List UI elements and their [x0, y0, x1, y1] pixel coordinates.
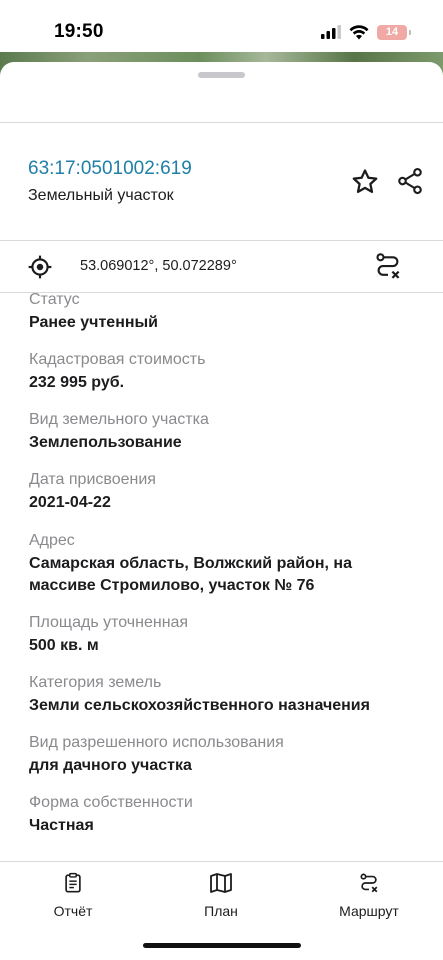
- locate-button[interactable]: [26, 253, 54, 281]
- share-button[interactable]: [393, 164, 427, 198]
- detail-land-category: Категория земель Земли сельскохозяйствен…: [29, 673, 429, 717]
- detail-label: Дата присвоения: [29, 471, 156, 488]
- detail-label: Статус: [29, 291, 80, 308]
- sheet-grabber[interactable]: [198, 72, 245, 78]
- tab-plan-label: План: [204, 903, 238, 919]
- home-indicator[interactable]: [143, 943, 301, 948]
- tab-plan[interactable]: План: [166, 872, 276, 919]
- detail-label: Площадь уточненная: [29, 614, 189, 631]
- tab-route-label: Маршрут: [339, 903, 399, 919]
- header-divider: [0, 122, 443, 123]
- detail-value: Частная: [29, 817, 94, 834]
- share-icon: [398, 167, 422, 195]
- detail-ownership: Форма собственности Частная: [29, 793, 429, 837]
- cadastral-number[interactable]: 63:17:0501002:619: [28, 158, 192, 180]
- detail-value: 2021-04-22: [29, 494, 111, 511]
- battery-level: 14: [385, 26, 399, 38]
- wifi-icon: [349, 24, 369, 39]
- crosshair-icon: [28, 255, 52, 279]
- detail-permitted-use: Вид разрешенного использования для дачно…: [29, 733, 429, 777]
- battery-indicator: 14: [377, 24, 411, 40]
- star-icon: [352, 169, 378, 193]
- tab-report-label: Отчёт: [53, 903, 93, 919]
- detail-label: Вид земельного участка: [29, 411, 209, 428]
- detail-value: для дачного участка: [29, 757, 192, 774]
- tab-route[interactable]: Маршрут: [314, 872, 424, 919]
- map-icon: [210, 873, 232, 893]
- detail-cadastral-cost: Кадастровая стоимость 232 995 руб.: [29, 350, 429, 394]
- detail-value: 232 995 руб.: [29, 374, 125, 391]
- status-icons: 14: [321, 23, 411, 41]
- detail-area: Площадь уточненная 500 кв. м: [29, 613, 429, 657]
- detail-label: Категория земель: [29, 674, 162, 691]
- clipboard-icon: [65, 872, 81, 893]
- coords-divider-top: [0, 240, 443, 241]
- signal-icon: [321, 25, 341, 39]
- status-bar: 19:50 14: [0, 0, 443, 52]
- detail-label: Вид разрешенного использования: [29, 734, 284, 751]
- detail-label: Форма собственности: [29, 794, 193, 811]
- detail-land-kind: Вид земельного участка Землепользование: [29, 410, 429, 454]
- detail-status: Статус Ранее учтенный: [29, 290, 429, 334]
- detail-assigned-date: Дата присвоения 2021-04-22: [29, 470, 429, 514]
- detail-address: Адрес Самарская область, Волжский район,…: [29, 531, 409, 597]
- detail-label: Адрес: [29, 532, 75, 549]
- favorite-button[interactable]: [348, 166, 382, 198]
- parcel-type: Земельный участок: [28, 187, 174, 204]
- detail-value: 500 кв. м: [29, 637, 99, 654]
- detail-label: Кадастровая стоимость: [29, 351, 206, 368]
- route-icon: [360, 873, 378, 893]
- status-time: 19:50: [54, 21, 104, 42]
- detail-value: Землепользование: [29, 434, 182, 451]
- detail-value: Самарская область, Волжский район, на ма…: [29, 555, 352, 594]
- coordinates-text[interactable]: 53.069012°, 50.072289°: [80, 258, 237, 274]
- tab-report[interactable]: Отчёт: [18, 872, 128, 919]
- detail-value: Земли сельскохозяйственного назначения: [29, 697, 370, 714]
- route-icon: [376, 253, 400, 279]
- route-button[interactable]: [372, 250, 404, 282]
- detail-value: Ранее учтенный: [29, 314, 159, 331]
